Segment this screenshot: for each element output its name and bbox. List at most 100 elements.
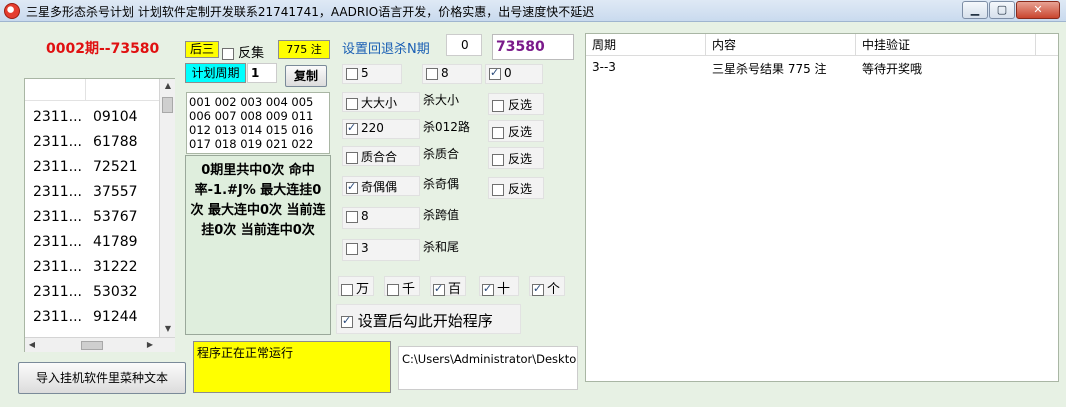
h-scroll-thumb[interactable] bbox=[81, 341, 103, 350]
reverse-set-option[interactable]: 反集 bbox=[222, 42, 264, 61]
position-checkbox[interactable] bbox=[433, 282, 445, 296]
setting-field-5[interactable]: 3 bbox=[342, 239, 420, 261]
minimize-button[interactable]: ▁ bbox=[962, 1, 988, 19]
top-field-0[interactable]: 5 bbox=[342, 64, 402, 84]
history-number: 72521 bbox=[93, 159, 138, 175]
reverse-checkbox[interactable] bbox=[492, 99, 504, 112]
reverse-checkbox[interactable] bbox=[492, 126, 504, 139]
setting-field-value: 大大小 bbox=[361, 96, 398, 110]
import-text-button[interactable]: 导入挂机软件里菜种文本 bbox=[18, 362, 186, 394]
rollback-input[interactable]: 0 bbox=[446, 34, 482, 56]
top-field-value: 0 bbox=[504, 66, 512, 80]
reverse-label: 反选 bbox=[508, 98, 533, 112]
results-table[interactable]: 周期 内容 中挂验证 3--3 三星杀号结果 775 注 等待开奖哦 bbox=[585, 33, 1059, 382]
setting-field-value: 220 bbox=[361, 121, 384, 135]
setting-checkbox[interactable] bbox=[346, 242, 358, 255]
position-checkbox[interactable] bbox=[341, 283, 353, 296]
position-百[interactable]: 百 bbox=[430, 276, 466, 297]
position-label: 后三 bbox=[185, 41, 219, 58]
top-field-checkbox[interactable] bbox=[346, 67, 358, 80]
position-千[interactable]: 千 bbox=[384, 276, 420, 297]
start-program-label: 设置后勾此开始程序 bbox=[357, 312, 493, 330]
setting-checkbox[interactable] bbox=[346, 121, 358, 135]
start-program-checkbox[interactable] bbox=[341, 314, 353, 328]
top-field-checkbox[interactable] bbox=[426, 67, 438, 80]
list-item[interactable]: 2311... 53032 bbox=[33, 284, 138, 309]
list-item[interactable]: 2311... 91244 bbox=[33, 309, 138, 334]
position-十[interactable]: 十 bbox=[479, 276, 519, 297]
path-field[interactable]: C:\Users\Administrator\Desktop bbox=[398, 346, 578, 390]
copy-button[interactable]: 复制 bbox=[285, 65, 327, 87]
list-item[interactable]: 2311... 53767 bbox=[33, 209, 138, 234]
top-field-2[interactable]: 0 bbox=[485, 64, 543, 84]
history-horizontal-scrollbar[interactable]: ◀ ▶ bbox=[25, 337, 175, 352]
setting-field-0[interactable]: 大大小 bbox=[342, 92, 420, 112]
position-checkbox[interactable] bbox=[387, 283, 399, 296]
scroll-right-icon[interactable]: ▶ bbox=[145, 340, 155, 349]
start-program-option[interactable]: 设置后勾此开始程序 bbox=[336, 304, 521, 334]
history-period: 2311... bbox=[33, 209, 82, 225]
history-period: 2311... bbox=[33, 234, 82, 250]
setting-field-1[interactable]: 220 bbox=[342, 119, 420, 139]
position-label: 千 bbox=[402, 282, 416, 297]
top-field-checkbox[interactable] bbox=[489, 66, 501, 80]
position-checkbox[interactable] bbox=[532, 282, 544, 296]
stats-panel: 0期里共中0次 命中率-1.#J% 最大连挂0次 最大连中0次 当前连挂0次 当… bbox=[185, 155, 331, 335]
setting-checkbox[interactable] bbox=[346, 210, 358, 223]
list-item[interactable]: 2311... 37557 bbox=[33, 184, 138, 209]
maximize-button[interactable]: ▢ bbox=[989, 1, 1015, 19]
cycle-input[interactable]: 1 bbox=[247, 63, 277, 83]
close-button[interactable]: ✕ bbox=[1016, 1, 1060, 19]
setting-checkbox[interactable] bbox=[346, 180, 358, 194]
history-number: 61788 bbox=[93, 134, 138, 150]
table-row[interactable]: 3--3 三星杀号结果 775 注 等待开奖哦 bbox=[586, 60, 1058, 78]
top-field-value: 5 bbox=[361, 66, 369, 80]
kill-label: 杀012路 bbox=[423, 120, 470, 134]
setting-field-4[interactable]: 8 bbox=[342, 207, 420, 229]
position-label: 百 bbox=[448, 282, 462, 297]
history-list[interactable]: 2311... 09104 2311... 61788 2311... 72521 2311… bbox=[24, 78, 175, 352]
history-period: 2311... bbox=[33, 259, 82, 275]
setting-field-3[interactable]: 奇偶偶 bbox=[342, 176, 420, 196]
list-item[interactable]: 2311... 41789 bbox=[33, 234, 138, 259]
plan-numbers-box[interactable]: 001 002 003 004 005 006 007 008 009 011 … bbox=[186, 92, 330, 154]
list-item[interactable]: 2311... 61788 bbox=[33, 134, 138, 159]
col-period[interactable]: 周期 bbox=[586, 34, 706, 56]
col-verify[interactable]: 中挂验证 bbox=[856, 34, 1036, 56]
setting-field-value: 3 bbox=[361, 241, 369, 255]
position-个[interactable]: 个 bbox=[529, 276, 565, 297]
scroll-up-icon[interactable]: ▲ bbox=[160, 81, 176, 90]
position-checkbox[interactable] bbox=[482, 282, 494, 296]
history-number: 31222 bbox=[93, 259, 138, 275]
col-content[interactable]: 内容 bbox=[706, 34, 856, 56]
position-label: 个 bbox=[547, 282, 561, 297]
setting-field-2[interactable]: 质合合 bbox=[342, 146, 420, 166]
reverse-checkbox[interactable] bbox=[492, 183, 504, 196]
history-number: 09104 bbox=[93, 109, 138, 125]
results-header: 周期 内容 中挂验证 bbox=[586, 34, 1058, 56]
scroll-left-icon[interactable]: ◀ bbox=[27, 340, 37, 349]
stats-text: 0期里共中0次 命中率-1.#J% 最大连挂0次 最大连中0次 当前连挂0次 当… bbox=[190, 163, 326, 238]
setting-checkbox[interactable] bbox=[346, 151, 358, 164]
reverse-checkbox[interactable] bbox=[492, 153, 504, 166]
current-number-field[interactable]: 73580 bbox=[492, 34, 574, 60]
setting-checkbox[interactable] bbox=[346, 97, 358, 110]
list-item[interactable]: 2311... 72521 bbox=[33, 159, 138, 184]
setting-field-value: 奇偶偶 bbox=[361, 180, 398, 194]
kill-label: 杀跨值 bbox=[423, 208, 460, 222]
history-number: 41789 bbox=[93, 234, 138, 250]
reverse-option-2[interactable]: 反选 bbox=[488, 147, 544, 169]
list-item[interactable]: 2311... 09104 bbox=[33, 109, 138, 134]
reverse-option-3[interactable]: 反选 bbox=[488, 177, 544, 199]
history-number: 91244 bbox=[93, 309, 138, 325]
reverse-option-1[interactable]: 反选 bbox=[488, 120, 544, 142]
setting-field-value: 质合合 bbox=[361, 150, 398, 164]
scroll-down-icon[interactable]: ▼ bbox=[160, 324, 176, 333]
position-万[interactable]: 万 bbox=[338, 276, 374, 297]
top-field-1[interactable]: 8 bbox=[422, 64, 482, 84]
reverse-set-checkbox[interactable] bbox=[222, 47, 234, 60]
reverse-option-0[interactable]: 反选 bbox=[488, 93, 544, 115]
scroll-thumb[interactable] bbox=[162, 97, 173, 113]
history-vertical-scrollbar[interactable]: ▲ ▼ bbox=[159, 79, 175, 337]
list-item[interactable]: 2311... 31222 bbox=[33, 259, 138, 284]
